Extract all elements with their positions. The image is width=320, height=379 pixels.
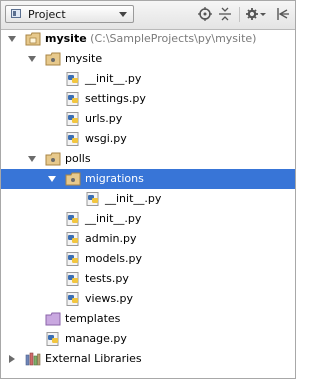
tree-row-templates-folder[interactable]: templates (1, 309, 295, 329)
tree-row-label: tests.py (85, 272, 129, 285)
tree-row-root-mysite[interactable]: mysite (C:\SampleProjects\py\mysite) (1, 29, 295, 49)
hide-panel-icon[interactable] (276, 7, 290, 21)
scroll-from-source-icon[interactable] (198, 7, 212, 21)
library-icon (25, 352, 41, 366)
tree-row-file[interactable]: __init__.py (1, 69, 295, 89)
tree-row-label: migrations (85, 172, 144, 185)
tree-row-migrations-selected[interactable]: migrations (1, 169, 295, 189)
python-file-icon (66, 132, 79, 146)
collapse-all-icon[interactable] (218, 7, 232, 21)
collapsed-arrow-icon[interactable] (9, 355, 15, 363)
expand-arrow-icon[interactable] (28, 56, 36, 62)
tree-row-polls-package[interactable]: polls (1, 149, 295, 169)
templates-folder-icon (45, 312, 61, 326)
root-project-path: (C:\SampleProjects\py\mysite) (90, 32, 257, 45)
tree-row-label: urls.py (85, 112, 123, 125)
package-folder-icon (45, 52, 61, 66)
tree-row-file[interactable]: __init__.py (1, 189, 295, 209)
project-folder-icon (25, 32, 41, 46)
tree-row-external-libraries[interactable]: External Libraries (1, 349, 295, 369)
tree-row-label: admin.py (85, 232, 137, 245)
python-file-icon (66, 292, 79, 306)
tree-row-file[interactable]: urls.py (1, 109, 295, 129)
tree-row-label: manage.py (65, 332, 127, 345)
tree-row-file[interactable]: admin.py (1, 229, 295, 249)
python-file-icon (66, 272, 79, 286)
settings-dropdown-arrow-icon[interactable] (259, 7, 267, 21)
tree-row-file[interactable]: manage.py (1, 329, 295, 349)
tree-row-file[interactable]: models.py (1, 249, 295, 269)
chevron-down-icon (119, 12, 127, 17)
tree-row-file[interactable]: wsgi.py (1, 129, 295, 149)
expand-arrow-icon[interactable] (48, 176, 56, 182)
project-view-icon (11, 9, 21, 18)
project-tool-window: Project mysite (C:\SampleProjects\py\mys… (0, 0, 296, 379)
tree-row-label: models.py (85, 252, 142, 265)
python-file-icon (46, 332, 59, 346)
package-folder-icon (65, 172, 81, 186)
tree-row-label: External Libraries (45, 352, 142, 365)
root-project-name: mysite (45, 32, 87, 45)
python-file-icon (66, 232, 79, 246)
python-file-icon (66, 92, 79, 106)
toolbar-separator (239, 7, 240, 22)
tree-row-label: __init__.py (85, 72, 142, 85)
expand-arrow-icon[interactable] (28, 156, 36, 162)
python-file-icon (86, 192, 99, 206)
tree-row-label: settings.py (85, 92, 146, 105)
python-file-icon (66, 252, 79, 266)
project-toolbar: Project (1, 1, 295, 30)
tree-row-label: mysite (65, 52, 103, 65)
tree-row-label: views.py (85, 292, 134, 305)
python-file-icon (66, 112, 79, 126)
tree-row-label: __init__.py (85, 212, 142, 225)
tree-row-label: templates (65, 312, 121, 325)
tree-row-label: __init__.py (105, 192, 162, 205)
settings-icon[interactable] (246, 7, 260, 21)
tree-row-file[interactable]: views.py (1, 289, 295, 309)
tree-row-file[interactable]: tests.py (1, 269, 295, 289)
tree-row-file[interactable]: __init__.py (1, 209, 295, 229)
tree-row-label: mysite (C:\SampleProjects\py\mysite) (45, 29, 256, 49)
python-file-icon (66, 212, 79, 226)
package-folder-icon (45, 152, 61, 166)
expand-arrow-icon[interactable] (8, 36, 16, 42)
project-view-dropdown[interactable]: Project (5, 5, 134, 23)
python-file-icon (66, 72, 79, 86)
tree-row-file[interactable]: settings.py (1, 89, 295, 109)
tree-row-label: wsgi.py (85, 132, 127, 145)
tree-row-mysite-package[interactable]: mysite (1, 49, 295, 69)
project-view-label: Project (28, 8, 66, 21)
tree-row-label: polls (65, 152, 91, 165)
